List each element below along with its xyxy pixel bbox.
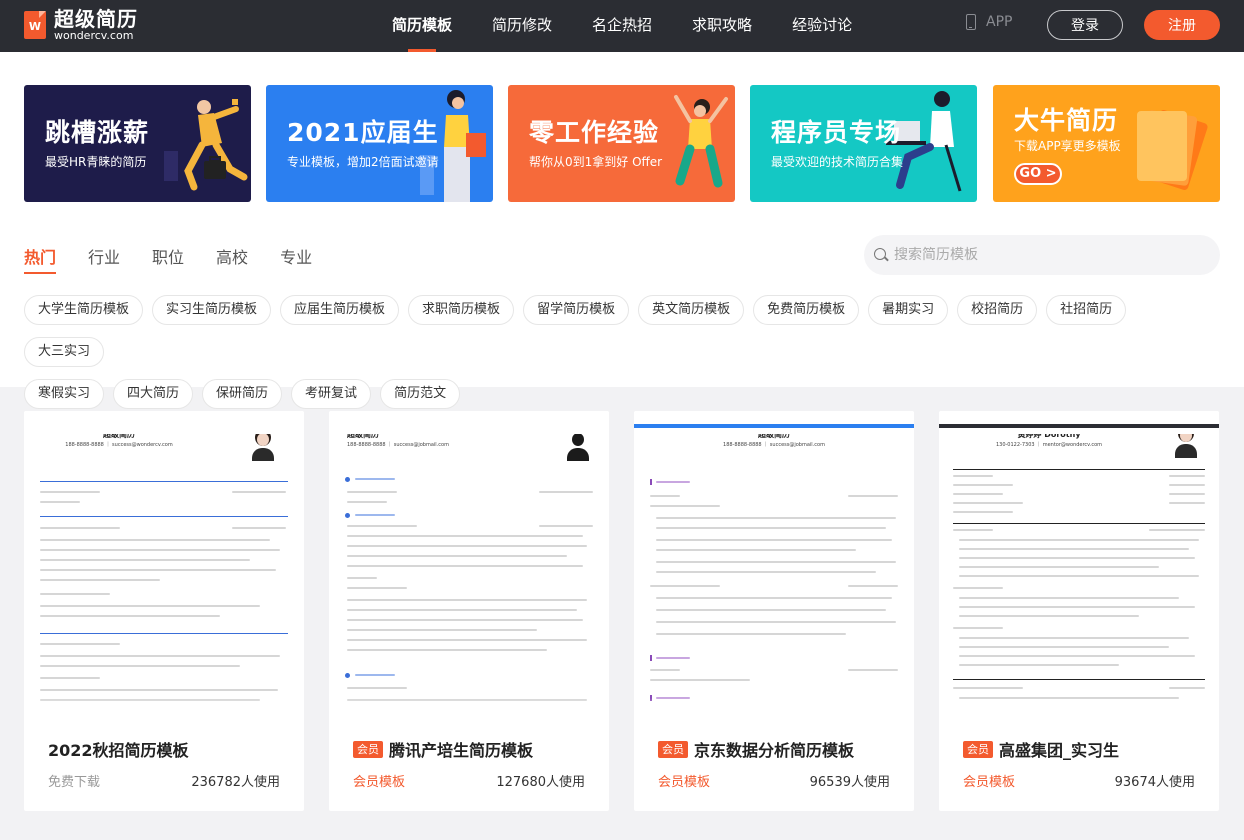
banner-title: 2021应届生 xyxy=(287,118,439,147)
logo-domain: wondercv.com xyxy=(54,29,134,42)
logo-name: 超级简历 xyxy=(54,7,138,31)
tag-item[interactable]: 四大简历 xyxy=(113,379,194,409)
menu-item-resume-edit[interactable]: 简历修改 xyxy=(492,0,552,52)
tag-item[interactable]: 求职简历模板 xyxy=(408,295,515,325)
logo-mark-letter: W xyxy=(28,20,42,33)
template-price: 会员模板 xyxy=(963,775,1016,790)
logo[interactable]: W 超级简历 wondercv.com xyxy=(24,8,138,42)
template-price: 免费下载 xyxy=(48,775,101,790)
login-button[interactable]: 登录 xyxy=(1047,10,1123,40)
app-label: APP xyxy=(986,14,1013,30)
template-card[interactable]: 超级简历 188-8888-8888 ｜ success@wondercv.co… xyxy=(24,411,304,811)
preview-contact: 188-8888-8888 ｜ success@jobmail.com xyxy=(723,442,825,448)
tag-item[interactable]: 留学简历模板 xyxy=(523,295,630,325)
tag-item[interactable]: 社招简历 xyxy=(1046,295,1127,325)
menu-item-templates[interactable]: 简历模板 xyxy=(392,0,452,52)
banner-title: 跳槽涨薪 xyxy=(45,118,150,147)
template-title[interactable]: 会员 腾讯产培生简历模板 xyxy=(353,737,533,761)
banner-programmers[interactable]: 程序员专场 最受欢迎的技术简历合集 xyxy=(750,85,977,202)
banner-subtitle: 专业模板，增加2倍面试邀请 xyxy=(287,155,439,169)
vip-badge: 会员 xyxy=(353,740,383,758)
tag-item[interactable]: 暑期实习 xyxy=(868,295,949,325)
banner-subtitle: 下载APP享更多模板 xyxy=(1014,139,1121,153)
template-price: 会员模板 xyxy=(353,775,406,790)
jumping-man-illustration xyxy=(164,99,248,191)
resume-preview[interactable]: 黄婷婷 Dorothy 130-0122-7303 ｜ mentor@wonde… xyxy=(939,411,1219,714)
template-usage-count: 93674人使用 xyxy=(1114,775,1195,790)
tag-item[interactable]: 考研复试 xyxy=(291,379,372,409)
template-search xyxy=(864,235,1220,275)
logo-icon: W xyxy=(24,9,48,41)
menu-item-guides[interactable]: 求职攻略 xyxy=(692,0,752,52)
tag-list: 大学生简历模板 实习生简历模板 应届生简历模板 求职简历模板 留学简历模板 英文简历模板免… xyxy=(24,295,1224,421)
template-grid: 超级简历 188-8888-8888 ｜ success@wondercv.co… xyxy=(24,411,1224,811)
resume-preview[interactable]: 超级简历 188-8888-8888 ｜ success@jobmail.com xyxy=(329,411,609,714)
resume-preview[interactable]: 超级简历 188-8888-8888 ｜ success@wondercv.co… xyxy=(24,411,304,714)
category-tabs: 热门 行业 职位 高校 专业 xyxy=(24,244,344,274)
main-menu: 简历模板 简历修改 名企热招 求职攻略 经验讨论 xyxy=(392,0,892,52)
tag-item[interactable]: 寒假实习 xyxy=(24,379,105,409)
tag-item[interactable]: 保研简历 xyxy=(202,379,283,409)
vip-badge: 会员 xyxy=(658,740,688,758)
jumping-woman-illustration xyxy=(674,95,728,188)
template-title[interactable]: 会员 高盛集团_实习生 xyxy=(963,737,1119,761)
preview-contact: 130-0122-7303 ｜ mentor@wondercv.com xyxy=(995,442,1103,448)
menu-item-discussion[interactable]: 经验讨论 xyxy=(792,0,852,52)
template-card-next-row[interactable] xyxy=(24,424,304,434)
menu-item-jobs[interactable]: 名企热招 xyxy=(592,0,652,52)
tab-industry[interactable]: 行业 xyxy=(88,244,120,274)
template-price: 会员模板 xyxy=(658,775,711,790)
banner-title: 程序员专场 xyxy=(771,118,902,147)
tag-item[interactable]: 简历范文 xyxy=(380,379,461,409)
template-card-next-row[interactable] xyxy=(939,424,1219,434)
tag-item[interactable]: 大三实习 xyxy=(24,337,105,367)
search-icon[interactable] xyxy=(874,248,886,260)
template-title[interactable]: 2022秋招简历模板 xyxy=(48,737,189,761)
register-button[interactable]: 注册 xyxy=(1144,10,1220,40)
template-usage-count: 96539人使用 xyxy=(809,775,890,790)
tab-major[interactable]: 专业 xyxy=(280,244,312,274)
banner-graduates[interactable]: 2021应届生 专业模板，增加2倍面试邀请 xyxy=(266,85,493,202)
banner-subtitle: 最受HR青睐的简历 xyxy=(45,155,147,169)
tab-hot[interactable]: 热门 xyxy=(24,244,57,274)
tag-item[interactable]: 校招简历 xyxy=(957,295,1038,325)
tag-item[interactable]: 英文简历模板 xyxy=(638,295,745,325)
hero-section: 跳槽涨薪 最受HR青睐的简历 2021应届生 专业模板，增加2倍面试邀请 零工作… xyxy=(0,52,1244,409)
tag-item[interactable]: 免费简历模板 xyxy=(753,295,860,325)
tab-university[interactable]: 高校 xyxy=(216,244,248,274)
template-card[interactable]: 超级简历 188-8888-8888 ｜ success@jobmail.com xyxy=(329,411,609,811)
tab-position[interactable]: 职位 xyxy=(152,244,184,274)
template-card[interactable]: 超级简历 188-8888-8888 ｜ success@jobmail.com xyxy=(634,411,914,811)
preview-contact: 188-8888-8888 ｜ success@jobmail.com xyxy=(347,442,449,448)
app-download-link[interactable]: APP xyxy=(966,14,1012,30)
template-card-next-row[interactable] xyxy=(329,424,609,434)
phone-icon xyxy=(966,14,976,30)
go-button[interactable]: GO > xyxy=(1014,163,1062,185)
banner-subtitle: 帮你从0到1拿到好 Offer xyxy=(529,155,663,169)
banner-job-hopping[interactable]: 跳槽涨薪 最受HR青睐的简历 xyxy=(24,85,251,202)
tag-item[interactable]: 应届生简历模板 xyxy=(280,295,400,325)
template-title[interactable]: 会员 京东数据分析简历模板 xyxy=(658,737,854,761)
banner-no-experience[interactable]: 零工作经验 帮你从0到1拿到好 Offer xyxy=(508,85,735,202)
banner-subtitle: 最受欢迎的技术简历合集 xyxy=(771,155,904,169)
template-usage-count: 236782人使用 xyxy=(191,775,280,790)
resume-preview[interactable]: 超级简历 188-8888-8888 ｜ success@jobmail.com xyxy=(634,411,914,714)
template-card[interactable]: 黄婷婷 Dorothy 130-0122-7303 ｜ mentor@wonde… xyxy=(939,411,1219,811)
banner-title: 大牛简历 xyxy=(1014,106,1119,135)
top-nav: W 超级简历 wondercv.com 简历模板 简历修改 名企热招 求职攻略 … xyxy=(0,0,1244,52)
tag-item[interactable]: 实习生简历模板 xyxy=(152,295,272,325)
banner-app-templates[interactable]: 大牛简历 下载APP享更多模板 GO > xyxy=(993,85,1220,202)
resume-stack-illustration xyxy=(1137,110,1208,190)
preview-contact: 188-8888-8888 ｜ success@wondercv.com xyxy=(65,442,173,448)
template-card-next-row[interactable] xyxy=(634,424,914,434)
vip-badge: 会员 xyxy=(963,740,993,758)
template-usage-count: 127680人使用 xyxy=(496,775,585,790)
tag-item[interactable]: 大学生简历模板 xyxy=(24,295,144,325)
banner-title: 零工作经验 xyxy=(529,118,660,147)
search-input[interactable] xyxy=(894,235,1194,275)
